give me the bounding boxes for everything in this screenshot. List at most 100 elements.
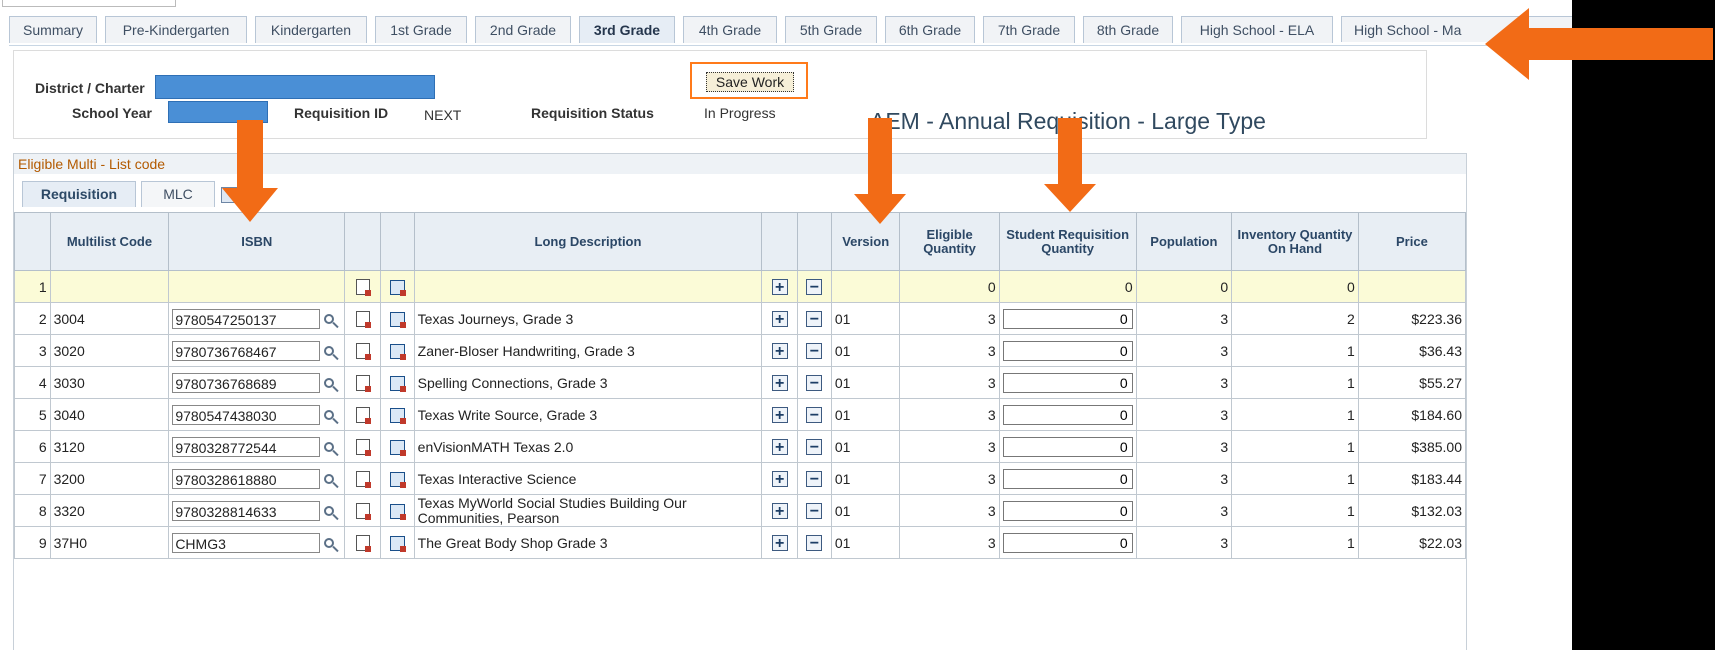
minus-icon[interactable]: − [806, 503, 823, 520]
col-detail-icon [379, 212, 415, 271]
tab-5th-grade[interactable]: 5th Grade [785, 16, 877, 43]
save-work-button[interactable]: Save Work [706, 72, 794, 92]
plus-icon[interactable]: + [771, 279, 788, 296]
detail-icon[interactable] [389, 471, 406, 488]
report-icon[interactable] [355, 279, 371, 297]
isbn-cell [168, 270, 346, 303]
detail-icon[interactable] [389, 279, 406, 296]
detail-icon[interactable] [389, 439, 406, 456]
long-description: enVisionMATH Texas 2.0 [413, 430, 763, 463]
tab-high-school-ela[interactable]: High School - ELA [1181, 16, 1333, 43]
minus-icon[interactable]: − [806, 279, 823, 296]
isbn-input[interactable]: 9780328618880 [172, 468, 321, 489]
magnifier-icon[interactable] [324, 537, 335, 548]
isbn-input[interactable]: 9780736768467 [172, 340, 321, 361]
inventory-on-hand: 2 [1231, 302, 1359, 335]
isbn-input[interactable]: CHMG3 [172, 532, 321, 553]
col-student-requisition-quantity: Student Requisition Quantity [998, 212, 1137, 271]
tab-7th-grade[interactable]: 7th Grade [983, 16, 1075, 43]
row-number: 6 [14, 430, 51, 463]
tab-4th-grade[interactable]: 4th Grade [683, 16, 777, 43]
isbn-input[interactable]: 9780736768689 [172, 372, 321, 393]
magnifier-icon[interactable] [324, 345, 335, 356]
magnifier-icon[interactable] [324, 313, 335, 324]
col-population: Population [1135, 212, 1233, 271]
magnifier-icon[interactable] [324, 409, 335, 420]
detail-icon[interactable] [389, 535, 406, 552]
multilist-code: 3320 [49, 494, 170, 527]
magnifier-icon[interactable] [324, 505, 335, 516]
student-quantity-input[interactable] [1002, 372, 1133, 393]
redacted-district [155, 75, 435, 99]
eligible-quantity: 3 [899, 302, 1000, 335]
magnifier-icon[interactable] [324, 473, 335, 484]
version: 01 [830, 430, 901, 463]
plus-icon[interactable]: + [771, 439, 788, 456]
magnifier-icon[interactable] [324, 377, 335, 388]
isbn-input[interactable]: 9780328772544 [172, 436, 321, 457]
report-icon[interactable] [355, 471, 371, 489]
minus-icon[interactable]: − [806, 311, 823, 328]
tab-2nd-grade[interactable]: 2nd Grade [475, 16, 571, 43]
minus-icon[interactable]: − [806, 407, 823, 424]
report-icon[interactable] [355, 375, 371, 393]
version: 01 [830, 302, 901, 335]
tab-summary[interactable]: Summary [9, 16, 97, 43]
multilist-code [49, 270, 170, 303]
tab-pre-kindergarten[interactable]: Pre-Kindergarten [105, 16, 247, 43]
plus-icon[interactable]: + [771, 503, 788, 520]
subtab-requisition[interactable]: Requisition [22, 181, 136, 207]
eligible-quantity: 3 [899, 462, 1000, 495]
plus-icon[interactable]: + [771, 471, 788, 488]
student-quantity-input[interactable] [1002, 500, 1133, 521]
student-quantity-input[interactable] [1002, 532, 1133, 553]
tab-1st-grade[interactable]: 1st Grade [375, 16, 467, 43]
tab-3rd-grade[interactable]: 3rd Grade [579, 16, 675, 43]
minus-icon[interactable]: − [806, 471, 823, 488]
isbn-input[interactable]: 9780328814633 [172, 500, 321, 521]
minus-icon[interactable]: − [806, 535, 823, 552]
student-quantity-input[interactable] [1002, 404, 1133, 425]
detail-icon[interactable] [389, 311, 406, 328]
minus-icon[interactable]: − [806, 375, 823, 392]
isbn-input[interactable]: 9780547250137 [172, 308, 321, 329]
magnifier-icon[interactable] [324, 441, 335, 452]
report-icon[interactable] [355, 535, 371, 553]
tab-6th-grade[interactable]: 6th Grade [885, 16, 975, 43]
report-icon[interactable] [355, 407, 371, 425]
student-quantity-input[interactable] [1002, 468, 1133, 489]
student-quantity-input[interactable] [1002, 308, 1133, 329]
tab-kindergarten[interactable]: Kindergarten [255, 16, 367, 43]
tab-8th-grade[interactable]: 8th Grade [1083, 16, 1173, 43]
detail-icon[interactable] [389, 343, 406, 360]
report-icon[interactable] [355, 343, 371, 361]
student-quantity-input[interactable] [1002, 340, 1133, 361]
minus-icon[interactable]: − [806, 343, 823, 360]
subtab-mlc[interactable]: MLC [141, 181, 215, 207]
detail-icon[interactable] [389, 503, 406, 520]
detail-icon[interactable] [389, 407, 406, 424]
eligible-quantity: 3 [899, 494, 1000, 527]
long-description [413, 270, 763, 303]
plus-icon[interactable]: + [771, 311, 788, 328]
plus-icon[interactable]: + [771, 343, 788, 360]
long-description: Spelling Connections, Grade 3 [413, 366, 763, 399]
detail-icon[interactable] [389, 375, 406, 392]
price: $184.60 [1357, 398, 1467, 431]
report-icon[interactable] [355, 311, 371, 329]
student-quantity-input[interactable] [1002, 436, 1133, 457]
col-remove [797, 212, 832, 271]
isbn-input[interactable]: 9780547438030 [172, 404, 321, 425]
plus-icon[interactable]: + [771, 375, 788, 392]
price: $36.43 [1357, 334, 1467, 367]
population: 3 [1135, 334, 1233, 367]
minus-icon[interactable]: − [806, 439, 823, 456]
multilist-code: 3120 [49, 430, 170, 463]
plus-icon[interactable]: + [771, 535, 788, 552]
version [830, 270, 901, 303]
plus-icon[interactable]: + [771, 407, 788, 424]
version: 01 [830, 494, 901, 527]
student-quantity: 0 [998, 270, 1137, 303]
report-icon[interactable] [355, 503, 371, 521]
report-icon[interactable] [355, 439, 371, 457]
